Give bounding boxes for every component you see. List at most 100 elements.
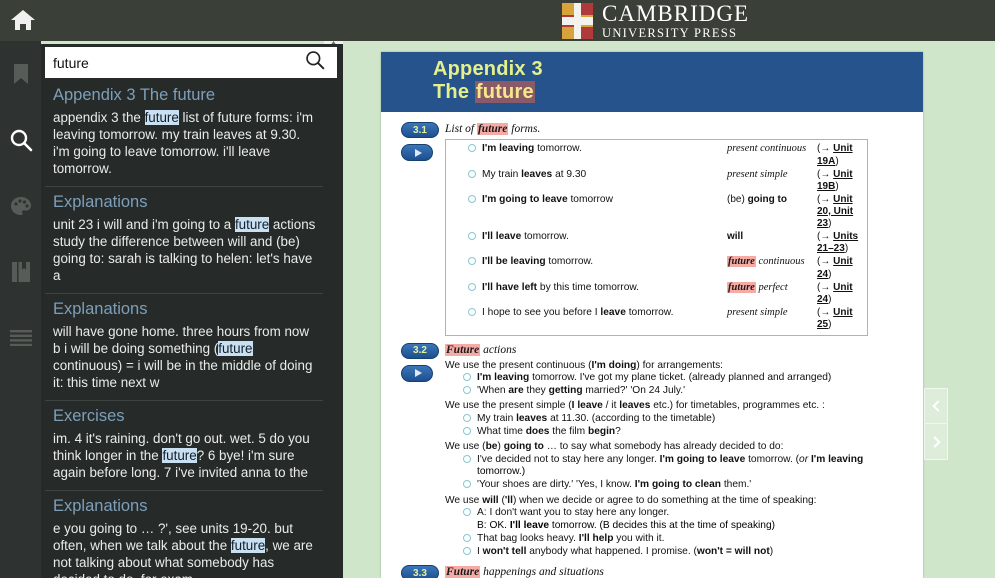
list-item[interactable]: Appendix 3 The future appendix 3 the futu…: [45, 80, 323, 187]
form-name: future continuous: [727, 256, 805, 268]
sidebar-item-search[interactable]: [0, 107, 41, 173]
section-number-badge[interactable]: 3.2: [401, 342, 439, 359]
form-name: (be) going to: [727, 193, 787, 205]
section-number-badge[interactable]: 3.3: [401, 565, 439, 578]
audio-bullet-icon[interactable]: [463, 454, 471, 463]
form-name: will: [727, 231, 744, 243]
sidebar-item-bookmarks[interactable]: [0, 41, 41, 107]
sidebar-item-annotations[interactable]: [0, 173, 41, 239]
form-name: present continuous: [727, 143, 807, 155]
list-item[interactable]: Explanations will have gone home. three h…: [45, 294, 323, 401]
audio-bullet-icon[interactable]: [468, 232, 476, 241]
unit-reference[interactable]: (→ Unit 24): [817, 256, 863, 280]
unit-reference[interactable]: (→ Unit 19B): [817, 169, 863, 193]
table-row: I hope to see you before I leave tomorro…: [450, 306, 863, 331]
audio-bullet-icon[interactable]: [463, 385, 471, 394]
example-sentence: What time does the film begin?: [477, 425, 621, 437]
next-page-button[interactable]: [924, 424, 948, 460]
cambridge-crest-icon: [562, 3, 593, 39]
page-nav-buttons: [924, 388, 948, 463]
example-continuation: tomorrow.): [477, 466, 526, 478]
search-panel: Appendix 3 The future appendix 3 the futu…: [41, 44, 343, 578]
play-audio-button[interactable]: [401, 144, 433, 161]
example-row: A: I don't want you to stay here any lon…: [445, 507, 913, 520]
section: 3.1 List of future forms. I'm leaving tomo…: [391, 122, 913, 336]
example-sentence: I won't tell anybody what happened. I pr…: [477, 545, 774, 557]
play-icon: [414, 369, 422, 378]
chevron-left-icon: [931, 400, 944, 412]
audio-bullet-icon[interactable]: [468, 282, 476, 291]
result-snippet: unit 23 i will and i'm going to a future…: [53, 216, 316, 283]
example-row: I've decided not to stay here any longer…: [445, 453, 913, 466]
audio-bullet-icon[interactable]: [468, 144, 476, 153]
search-term-highlight: future: [218, 340, 253, 356]
example-sentence: I'm leaving tomorrow.: [482, 143, 582, 155]
section-title: Future actions: [445, 343, 517, 356]
sidebar-item-book[interactable]: [0, 239, 41, 305]
table-row: I'll leave tomorrow. will (→ Units 21–23): [450, 231, 863, 256]
result-title[interactable]: Exercises: [53, 407, 317, 426]
search-box: [45, 47, 337, 78]
prev-page-button[interactable]: [924, 388, 948, 424]
audio-bullet-icon[interactable]: [468, 257, 476, 266]
search-icon: [305, 50, 325, 75]
palette-icon: [10, 196, 32, 216]
example-sentence: I hope to see you before I leave tomorro…: [482, 306, 674, 318]
top-bar: CAMBRIDGE UNIVERSITY PRESS: [0, 0, 995, 41]
audio-bullet-icon[interactable]: [463, 546, 471, 555]
audio-bullet-icon[interactable]: [463, 426, 471, 435]
example-row: My train leaves at 11.30. (according to …: [445, 412, 913, 425]
example-sentence: I'll have left by this time tomorrow.: [482, 281, 639, 293]
audio-bullet-icon[interactable]: [463, 413, 471, 422]
unit-reference[interactable]: (→ Unit 20, Unit 23): [817, 194, 863, 231]
search-icon: [9, 128, 33, 152]
book-page-viewer[interactable]: Appendix 3 The future 3.1 List of future …: [381, 52, 923, 578]
audio-bullet-icon[interactable]: [468, 307, 476, 316]
audio-bullet-icon[interactable]: [463, 533, 471, 542]
unit-reference[interactable]: (→ Unit 24): [817, 282, 863, 306]
form-name: present simple: [727, 306, 788, 318]
example-row: 'Your shoes are dirty.' 'Yes, I know. I'…: [445, 479, 913, 492]
example-row: 'When are they getting married?' 'On 24 …: [445, 385, 913, 398]
audio-bullet-icon[interactable]: [468, 194, 476, 203]
list-item[interactable]: Explanations unit 23 i will and i'm going…: [45, 187, 323, 294]
audio-bullet-icon[interactable]: [463, 480, 471, 489]
example-sentence: A: I don't want you to stay here any lon…: [477, 507, 670, 519]
search-term-highlight: future: [144, 109, 179, 125]
search-input[interactable]: [45, 48, 300, 77]
book-page: Appendix 3 The future 3.1 List of future …: [381, 52, 923, 578]
search-term-highlight: future: [230, 537, 266, 553]
table-row: I'm going to leave tomorrow (be) going to…: [450, 193, 863, 230]
list-item[interactable]: Exercises im. 4 it's raining. don't go ou…: [45, 401, 323, 491]
bookmark-icon: [13, 63, 29, 85]
home-icon[interactable]: [10, 8, 36, 32]
section-title: List of future forms.: [445, 123, 541, 135]
search-submit-button[interactable]: [300, 48, 330, 78]
search-term-highlight: future: [234, 216, 270, 232]
search-term-highlight: future: [162, 447, 197, 463]
example-sentence: I've decided not to stay here any longer…: [477, 453, 864, 465]
result-title[interactable]: Explanations: [53, 497, 317, 516]
audio-bullet-icon[interactable]: [463, 508, 471, 517]
list-item[interactable]: Explanations e you going to … ?', see uni…: [45, 491, 323, 578]
result-title[interactable]: Explanations: [53, 193, 317, 212]
result-title[interactable]: Appendix 3 The future: [53, 86, 317, 105]
unit-reference[interactable]: (→ Units 21–23): [817, 231, 863, 255]
page-body: 3.1 List of future forms. I'm leaving tomo…: [381, 112, 923, 578]
example-sentence: My train leaves at 9.30: [482, 168, 587, 180]
example-sentence: I'll leave tomorrow.: [482, 231, 569, 243]
result-title[interactable]: Explanations: [53, 300, 317, 319]
example-row: I won't tell anybody what happened. I pr…: [445, 545, 913, 558]
unit-reference[interactable]: (→ Unit 19A): [817, 143, 863, 167]
search-results-list[interactable]: Appendix 3 The future appendix 3 the futu…: [45, 80, 323, 578]
play-audio-button[interactable]: [401, 364, 433, 382]
result-snippet: will have gone home. three hours from no…: [53, 323, 313, 390]
sidebar-item-contents[interactable]: [0, 305, 41, 371]
audio-bullet-icon[interactable]: [463, 372, 471, 381]
unit-reference[interactable]: (→ Unit 25): [817, 307, 863, 331]
section-number-badge[interactable]: 3.1: [401, 122, 439, 138]
audio-bullet-icon[interactable]: [468, 169, 476, 178]
explanation-paragraph: We use (be) going to … to say what someb…: [445, 441, 784, 453]
form-name: future perfect: [727, 281, 788, 293]
play-icon: [414, 148, 422, 157]
